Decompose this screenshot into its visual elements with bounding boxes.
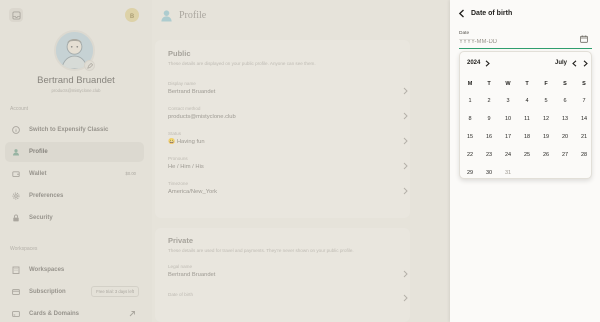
calendar-day[interactable]: 23 bbox=[480, 148, 498, 162]
calendar-day[interactable]: 14 bbox=[575, 112, 593, 126]
date-of-birth-panel: Date of birth Date 2024 July MTWTFSS1234… bbox=[450, 0, 600, 322]
next-month-icon[interactable] bbox=[583, 60, 588, 67]
calendar-day: 31 bbox=[504, 170, 512, 176]
calendar-day[interactable]: 8 bbox=[461, 112, 479, 126]
weekday-header: M bbox=[467, 81, 473, 87]
date-input-focus-underline bbox=[459, 48, 592, 49]
calendar-day[interactable]: 11 bbox=[518, 112, 536, 126]
calendar-day[interactable]: 9 bbox=[480, 112, 498, 126]
calendar-day[interactable]: 13 bbox=[556, 112, 574, 126]
month-label: July bbox=[555, 60, 568, 66]
calendar-day[interactable]: 10 bbox=[499, 112, 517, 126]
weekday-header: F bbox=[544, 81, 548, 87]
calendar-day[interactable]: 16 bbox=[480, 130, 498, 144]
panel-header: Date of birth bbox=[458, 9, 512, 18]
back-arrow-icon[interactable] bbox=[458, 9, 465, 18]
weekday-header: S bbox=[563, 81, 567, 87]
calendar-day[interactable]: 17 bbox=[499, 130, 517, 144]
calendar-day[interactable]: 29 bbox=[461, 166, 479, 180]
calendar-day[interactable]: 5 bbox=[537, 94, 555, 108]
calendar-day[interactable]: 18 bbox=[518, 130, 536, 144]
weekday-header: T bbox=[487, 81, 491, 87]
weekday-header: W bbox=[505, 81, 511, 87]
calendar-day[interactable]: 25 bbox=[518, 148, 536, 162]
calendar-day[interactable]: 6 bbox=[556, 94, 574, 108]
calendar-day[interactable]: 22 bbox=[461, 148, 479, 162]
calendar-icon[interactable] bbox=[580, 35, 588, 43]
calendar-day[interactable]: 27 bbox=[556, 148, 574, 162]
calendar-day[interactable]: 2 bbox=[480, 94, 498, 108]
calendar-day[interactable]: 30 bbox=[480, 166, 498, 180]
year-picker[interactable]: 2024 bbox=[467, 60, 480, 66]
calendar-day[interactable]: 24 bbox=[499, 148, 517, 162]
calendar-day[interactable]: 26 bbox=[537, 148, 555, 162]
calendar-day[interactable]: 7 bbox=[575, 94, 593, 108]
calendar-day[interactable]: 28 bbox=[575, 148, 593, 162]
calendar-day[interactable]: 12 bbox=[537, 112, 555, 126]
year-chevron-right-icon[interactable] bbox=[485, 60, 490, 67]
date-field-label: Date bbox=[459, 31, 470, 36]
calendar-picker: 2024 July M T W T F S S 1 2 3 4 5 6 7 8 9 10 11 12 13 14 15 16… bbox=[459, 51, 592, 179]
modal-backdrop[interactable] bbox=[0, 0, 450, 322]
calendar-day[interactable]: 21 bbox=[575, 130, 593, 144]
calendar-day[interactable]: 3 bbox=[499, 94, 517, 108]
calendar-day[interactable]: 4 bbox=[518, 94, 536, 108]
weekday-header: S bbox=[582, 81, 586, 87]
calendar-day[interactable]: 20 bbox=[556, 130, 574, 144]
panel-title: Date of birth bbox=[471, 10, 513, 17]
calendar-day[interactable]: 1 bbox=[461, 94, 479, 108]
calendar-day[interactable]: 19 bbox=[537, 130, 555, 144]
previous-month-icon[interactable] bbox=[572, 60, 577, 67]
calendar-day[interactable]: 15 bbox=[461, 130, 479, 144]
weekday-header: T bbox=[525, 81, 529, 87]
date-input[interactable] bbox=[459, 37, 570, 46]
